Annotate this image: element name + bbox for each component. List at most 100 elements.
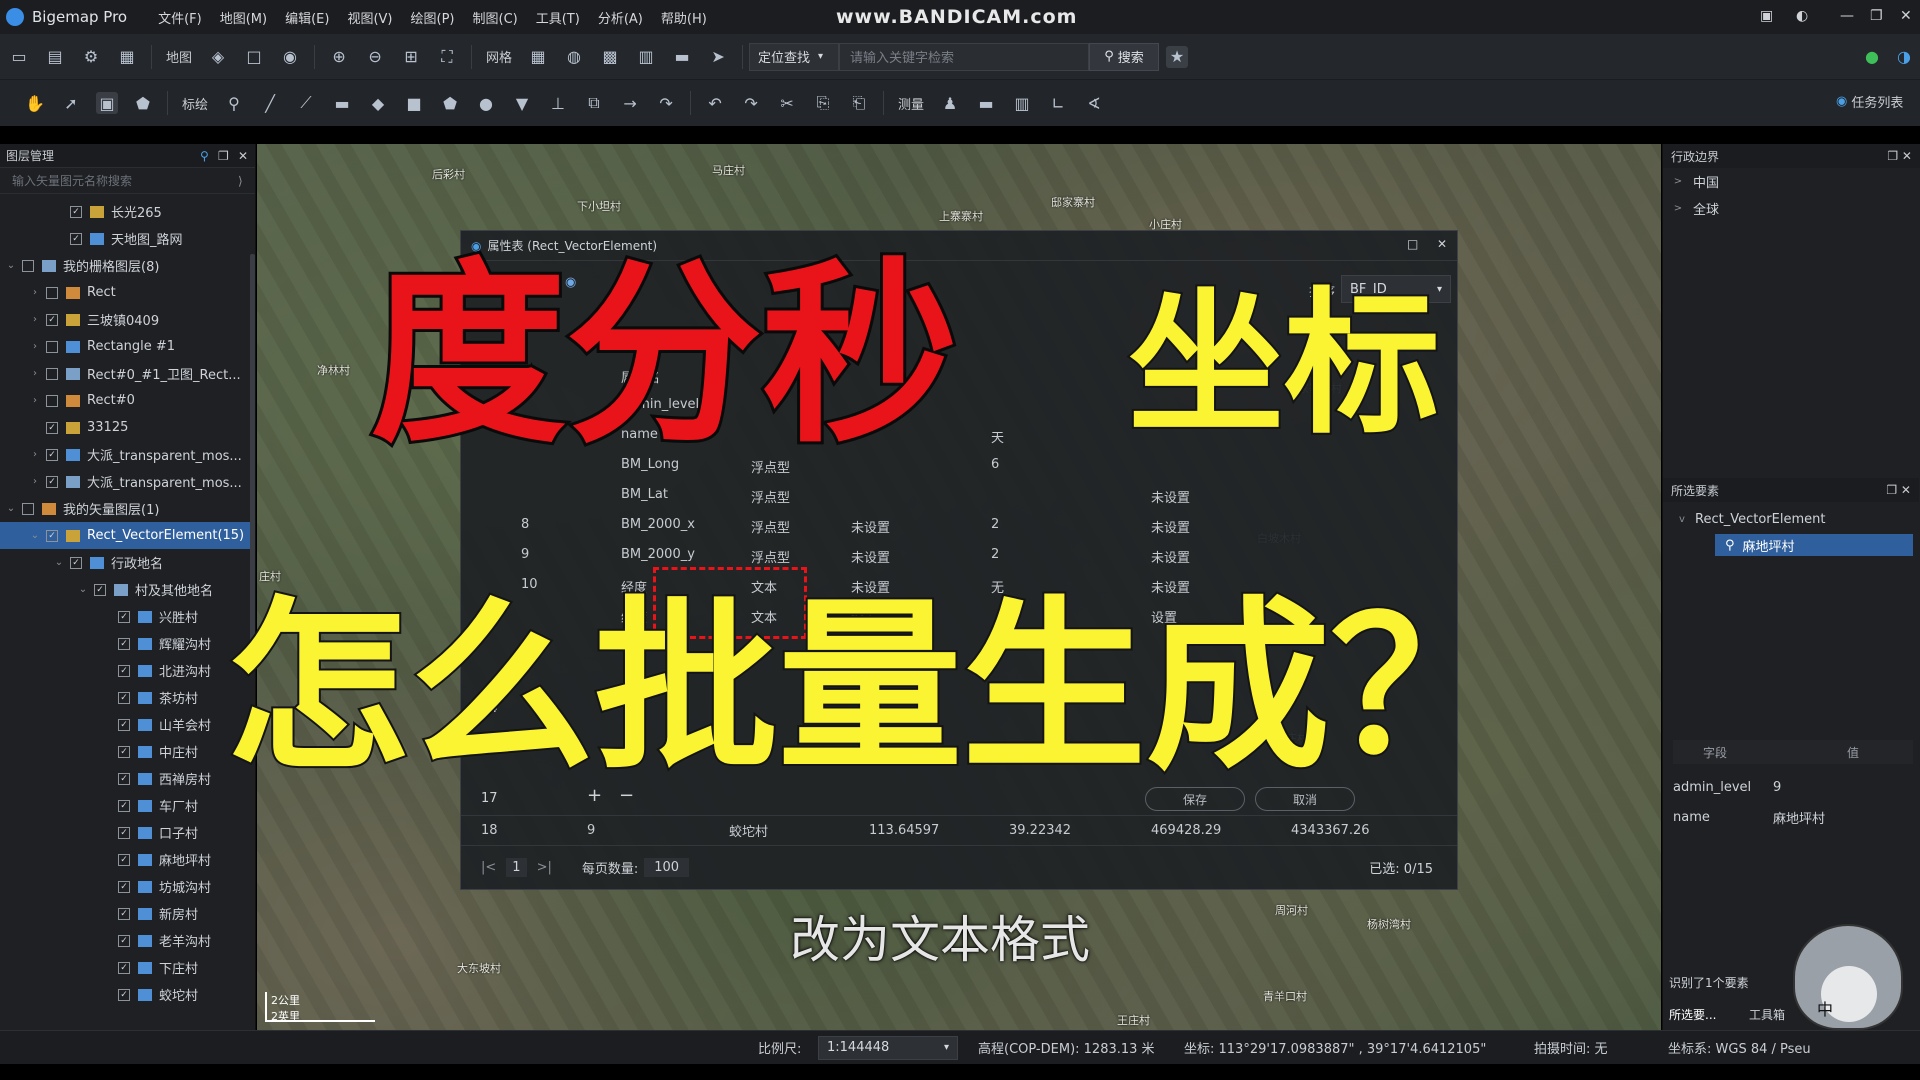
- layer-tree-row[interactable]: ✓ 老羊沟村: [0, 927, 255, 954]
- menu-file[interactable]: 文件(F): [149, 8, 211, 27]
- table-row[interactable]: 18 9 蛟坨村 113.64597 39.22342 469428.29 43…: [461, 815, 1457, 845]
- layer-tree-row[interactable]: ✓ 麻地坪村: [0, 846, 255, 873]
- layer-checkbox[interactable]: ✓: [46, 448, 58, 461]
- layer-checkbox[interactable]: ✓: [118, 988, 130, 1001]
- folder-icon[interactable]: ▬: [671, 46, 693, 68]
- admin-item-china[interactable]: > 中国: [1663, 168, 1920, 195]
- layer-tree-row[interactable]: ✓ 口子村: [0, 819, 255, 846]
- chevron-right-icon[interactable]: ›: [28, 341, 42, 352]
- per-page-input[interactable]: 100: [644, 858, 690, 877]
- blank-map-icon[interactable]: □: [243, 46, 265, 68]
- eraser-icon[interactable]: ◆: [367, 92, 389, 114]
- menu-help[interactable]: 帮助(H): [652, 8, 716, 27]
- collapse-panel-icon[interactable]: ⟩: [238, 174, 243, 188]
- menu-cartography[interactable]: 制图(C): [464, 8, 527, 27]
- search-input[interactable]: 请输入关键字检索: [839, 42, 1090, 71]
- table-row[interactable]: BM_Lat 浮点型 未设置: [581, 481, 1341, 509]
- grid-icon[interactable]: ▦: [527, 46, 549, 68]
- layer-checkbox[interactable]: ✓: [118, 907, 130, 920]
- layer-checkbox[interactable]: [46, 367, 58, 380]
- zoom-in-icon[interactable]: ⊕: [328, 46, 350, 68]
- fullscreen-icon[interactable]: ⛶: [436, 46, 458, 68]
- crs-readout[interactable]: 坐标系: WGS 84 / Pseu: [1668, 1038, 1811, 1057]
- layer-tree-row[interactable]: › Rectangle #1: [0, 333, 255, 360]
- scissors-icon[interactable]: ✂: [776, 92, 798, 114]
- layer-tree-row[interactable]: ✓ 茶坊村: [0, 684, 255, 711]
- layer-checkbox[interactable]: ✓: [118, 691, 130, 704]
- shape-edit-icon[interactable]: ⬟: [132, 92, 154, 114]
- layer-checkbox[interactable]: [46, 340, 58, 353]
- page-number[interactable]: 1: [506, 858, 527, 877]
- layer-tree-row[interactable]: › Rect#0: [0, 387, 255, 414]
- curve-arrow-icon[interactable]: ↷: [655, 92, 677, 114]
- layer-checkbox[interactable]: [46, 286, 58, 299]
- layer-checkbox[interactable]: ✓: [118, 745, 130, 758]
- layer-tree-row[interactable]: › Rect#0_#1_卫图_Rect...: [0, 360, 255, 387]
- restore-icon[interactable]: ❐: [1870, 8, 1883, 24]
- tab-toolbox[interactable]: 工具箱: [1749, 1006, 1785, 1023]
- layer-tree-row[interactable]: ✓ 山羊会村: [0, 711, 255, 738]
- zoom-extent-icon[interactable]: ⊞: [400, 46, 422, 68]
- layer-tree-row[interactable]: ⌄ ✓ Rect_VectorElement(15): [0, 522, 255, 549]
- layer-checkbox[interactable]: ✓: [46, 421, 58, 434]
- layer-tree-row[interactable]: ✓ 辉耀沟村: [0, 630, 255, 657]
- menu-edit[interactable]: 编辑(E): [276, 8, 338, 27]
- close-icon[interactable]: ✕: [1900, 8, 1912, 24]
- layer-checkbox[interactable]: ✓: [118, 772, 130, 785]
- save-icon[interactable]: ▤: [44, 46, 66, 68]
- chevron-right-icon[interactable]: ›: [28, 449, 42, 460]
- layer-tree-row[interactable]: ✓ 长光265: [0, 198, 255, 225]
- ruler-icon[interactable]: ▬: [975, 92, 997, 114]
- layer-checkbox[interactable]: ✓: [118, 718, 130, 731]
- online-status-icon[interactable]: ●: [1861, 46, 1883, 68]
- layer-checkbox[interactable]: ✓: [118, 880, 130, 893]
- copy-icon[interactable]: ⎘: [812, 92, 834, 114]
- undo-icon[interactable]: ↶: [704, 92, 726, 114]
- minimize-icon[interactable]: —: [1840, 8, 1854, 24]
- pan-hand-icon[interactable]: ✋: [24, 92, 46, 114]
- chevron-right-icon[interactable]: ›: [28, 287, 42, 298]
- search-button[interactable]: ⚲ 搜索: [1089, 42, 1160, 71]
- layer-tree-row[interactable]: › Rect: [0, 279, 255, 306]
- layer-checkbox[interactable]: ✓: [118, 826, 130, 839]
- triangle-icon[interactable]: ▼: [511, 92, 533, 114]
- layer-tree-row[interactable]: ✓ 中庄村: [0, 738, 255, 765]
- layers-icon[interactable]: ◑: [1893, 46, 1915, 68]
- paste-icon[interactable]: ⎗: [848, 92, 870, 114]
- layer-tree-row[interactable]: ✓ 北进沟村: [0, 657, 255, 684]
- dialog-maximize-icon[interactable]: □: [1407, 237, 1418, 251]
- scale-select[interactable]: 1:144448 ▾: [818, 1035, 958, 1060]
- layer-checkbox[interactable]: ✓: [70, 232, 82, 245]
- polyline-icon[interactable]: ╱: [259, 92, 281, 114]
- measure-line-icon[interactable]: ⊥: [547, 92, 569, 114]
- square-icon[interactable]: ■: [403, 92, 425, 114]
- locate-select[interactable]: 定位查找 ▾: [749, 42, 840, 71]
- screenshot-icon[interactable]: ▣: [96, 92, 118, 114]
- sheet-grid-icon[interactable]: ▥: [635, 46, 657, 68]
- chat-icon[interactable]: ▣: [1760, 8, 1773, 24]
- layer-filter-input[interactable]: 输入矢量图元名称搜索 ⟩: [0, 168, 255, 194]
- utm-grid-icon[interactable]: ▩: [599, 46, 621, 68]
- layer-checkbox[interactable]: ✓: [118, 853, 130, 866]
- chevron-right-icon[interactable]: ›: [28, 476, 42, 487]
- circle-icon[interactable]: ●: [475, 92, 497, 114]
- chevron-right-icon[interactable]: ›: [28, 314, 42, 325]
- layer-tree-row[interactable]: ✓ 33125: [0, 414, 255, 441]
- layer-tree-row[interactable]: ⌄ 我的栅格图层(8): [0, 252, 255, 279]
- layer-checkbox[interactable]: [22, 502, 34, 515]
- chevron-right-icon[interactable]: ›: [28, 395, 42, 406]
- person-icon[interactable]: ♟: [939, 92, 961, 114]
- dialog-close-icon[interactable]: ✕: [1437, 237, 1447, 251]
- chevron-down-icon[interactable]: ⌄: [28, 530, 42, 541]
- layer-tree-row[interactable]: › ✓ 大派_transparent_mos...: [0, 441, 255, 468]
- send-icon[interactable]: ➤: [707, 46, 729, 68]
- area-icon[interactable]: ▥: [1011, 92, 1033, 114]
- layer-checkbox[interactable]: ✓: [94, 583, 106, 596]
- layer-tree-row[interactable]: › ✓ 三坡镇0409: [0, 306, 255, 333]
- polygon-icon[interactable]: ⬟: [439, 92, 461, 114]
- rectangle-icon[interactable]: ▬: [331, 92, 353, 114]
- azimuth-icon[interactable]: ∢: [1083, 92, 1105, 114]
- chevron-down-icon[interactable]: ⌄: [76, 584, 90, 595]
- layer-tree-row[interactable]: ✓ 新房村: [0, 900, 255, 927]
- line-icon[interactable]: ⟋: [295, 92, 317, 114]
